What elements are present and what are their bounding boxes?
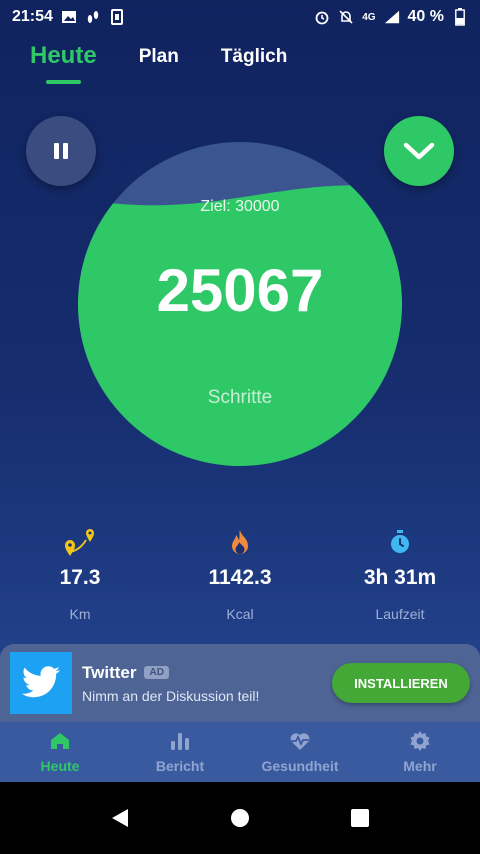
tab-plan[interactable]: Plan	[139, 46, 179, 84]
back-triangle-icon	[112, 809, 128, 827]
home-button[interactable]	[220, 798, 260, 838]
pause-icon	[54, 143, 68, 159]
nav-item-heute[interactable]: Heute	[0, 722, 120, 782]
duration-label: Laufzeit	[375, 606, 425, 622]
calories-label: Kcal	[226, 606, 254, 622]
image-notification-icon	[61, 9, 77, 25]
system-nav-bar	[0, 782, 480, 854]
alarm-icon	[314, 9, 330, 25]
status-time: 21:54	[12, 8, 53, 25]
tab-taeglich[interactable]: Täglich	[221, 46, 288, 84]
top-tabs: Heute Plan Täglich	[30, 42, 288, 84]
recents-square-icon	[351, 809, 369, 827]
back-button[interactable]	[100, 798, 140, 838]
flame-icon	[228, 526, 252, 558]
calories-value: 1142.3	[208, 566, 272, 589]
bottom-nav: Heute Bericht Gesundheit Mehr	[0, 722, 480, 782]
signal-icon	[384, 9, 400, 25]
stat-distance: 17.3 Km	[0, 526, 160, 622]
home-icon	[50, 730, 70, 752]
tab-heute[interactable]: Heute	[30, 42, 97, 84]
nav-item-mehr[interactable]: Mehr	[360, 722, 480, 782]
ad-title: Twitter	[82, 662, 137, 682]
nav-item-gesundheit[interactable]: Gesundheit	[240, 722, 360, 782]
recents-button[interactable]	[340, 798, 380, 838]
route-pin-icon	[62, 526, 98, 558]
battery-percent: 40 %	[407, 8, 444, 25]
distance-label: Km	[69, 606, 91, 622]
bar-chart-icon	[169, 730, 191, 752]
footprint-notification-icon	[85, 9, 101, 25]
stat-calories: 1142.3 Kcal	[160, 526, 320, 622]
twitter-bird-icon	[10, 652, 72, 714]
stopwatch-icon	[388, 526, 412, 558]
sim-notification-icon	[109, 9, 125, 25]
distance-value: 17.3	[59, 566, 101, 589]
ad-badge: AD	[144, 666, 169, 679]
nav-label-bericht: Bericht	[155, 758, 205, 774]
home-circle-icon	[231, 809, 249, 827]
nav-label-heute: Heute	[40, 758, 80, 774]
nav-item-bericht[interactable]: Bericht	[120, 722, 240, 782]
heart-pulse-icon	[288, 730, 312, 752]
ad-title-row: Twitter AD	[82, 663, 332, 683]
step-unit-label: Schritte	[207, 387, 273, 408]
network-type: 4G	[362, 11, 376, 23]
install-button[interactable]: INSTALLIEREN	[332, 663, 470, 703]
duration-value: 3h 31m	[363, 566, 437, 589]
gear-icon	[409, 730, 431, 752]
chevron-down-icon	[403, 142, 435, 160]
notifications-off-icon	[338, 9, 354, 25]
status-bar: 21:54 4G 40 %	[0, 0, 480, 34]
ad-banner[interactable]: Twitter AD Nimm an der Diskussion teil! …	[0, 644, 480, 722]
ad-subtitle: Nimm an der Diskussion teil!	[82, 687, 260, 704]
stat-duration: 3h 31m Laufzeit	[320, 526, 480, 622]
stats-row: 17.3 Km 1142.3 Kcal 3h 31m Laufzeit	[0, 526, 480, 622]
gauge-fill	[78, 185, 402, 466]
nav-label-gesundheit: Gesundheit	[261, 758, 339, 774]
ad-text-block: Twitter AD Nimm an der Diskussion teil!	[82, 663, 332, 704]
step-goal-label: Ziel: 30000	[200, 198, 280, 215]
nav-label-mehr: Mehr	[403, 758, 437, 774]
step-count-value: 25067	[156, 257, 324, 324]
battery-icon	[452, 8, 468, 26]
